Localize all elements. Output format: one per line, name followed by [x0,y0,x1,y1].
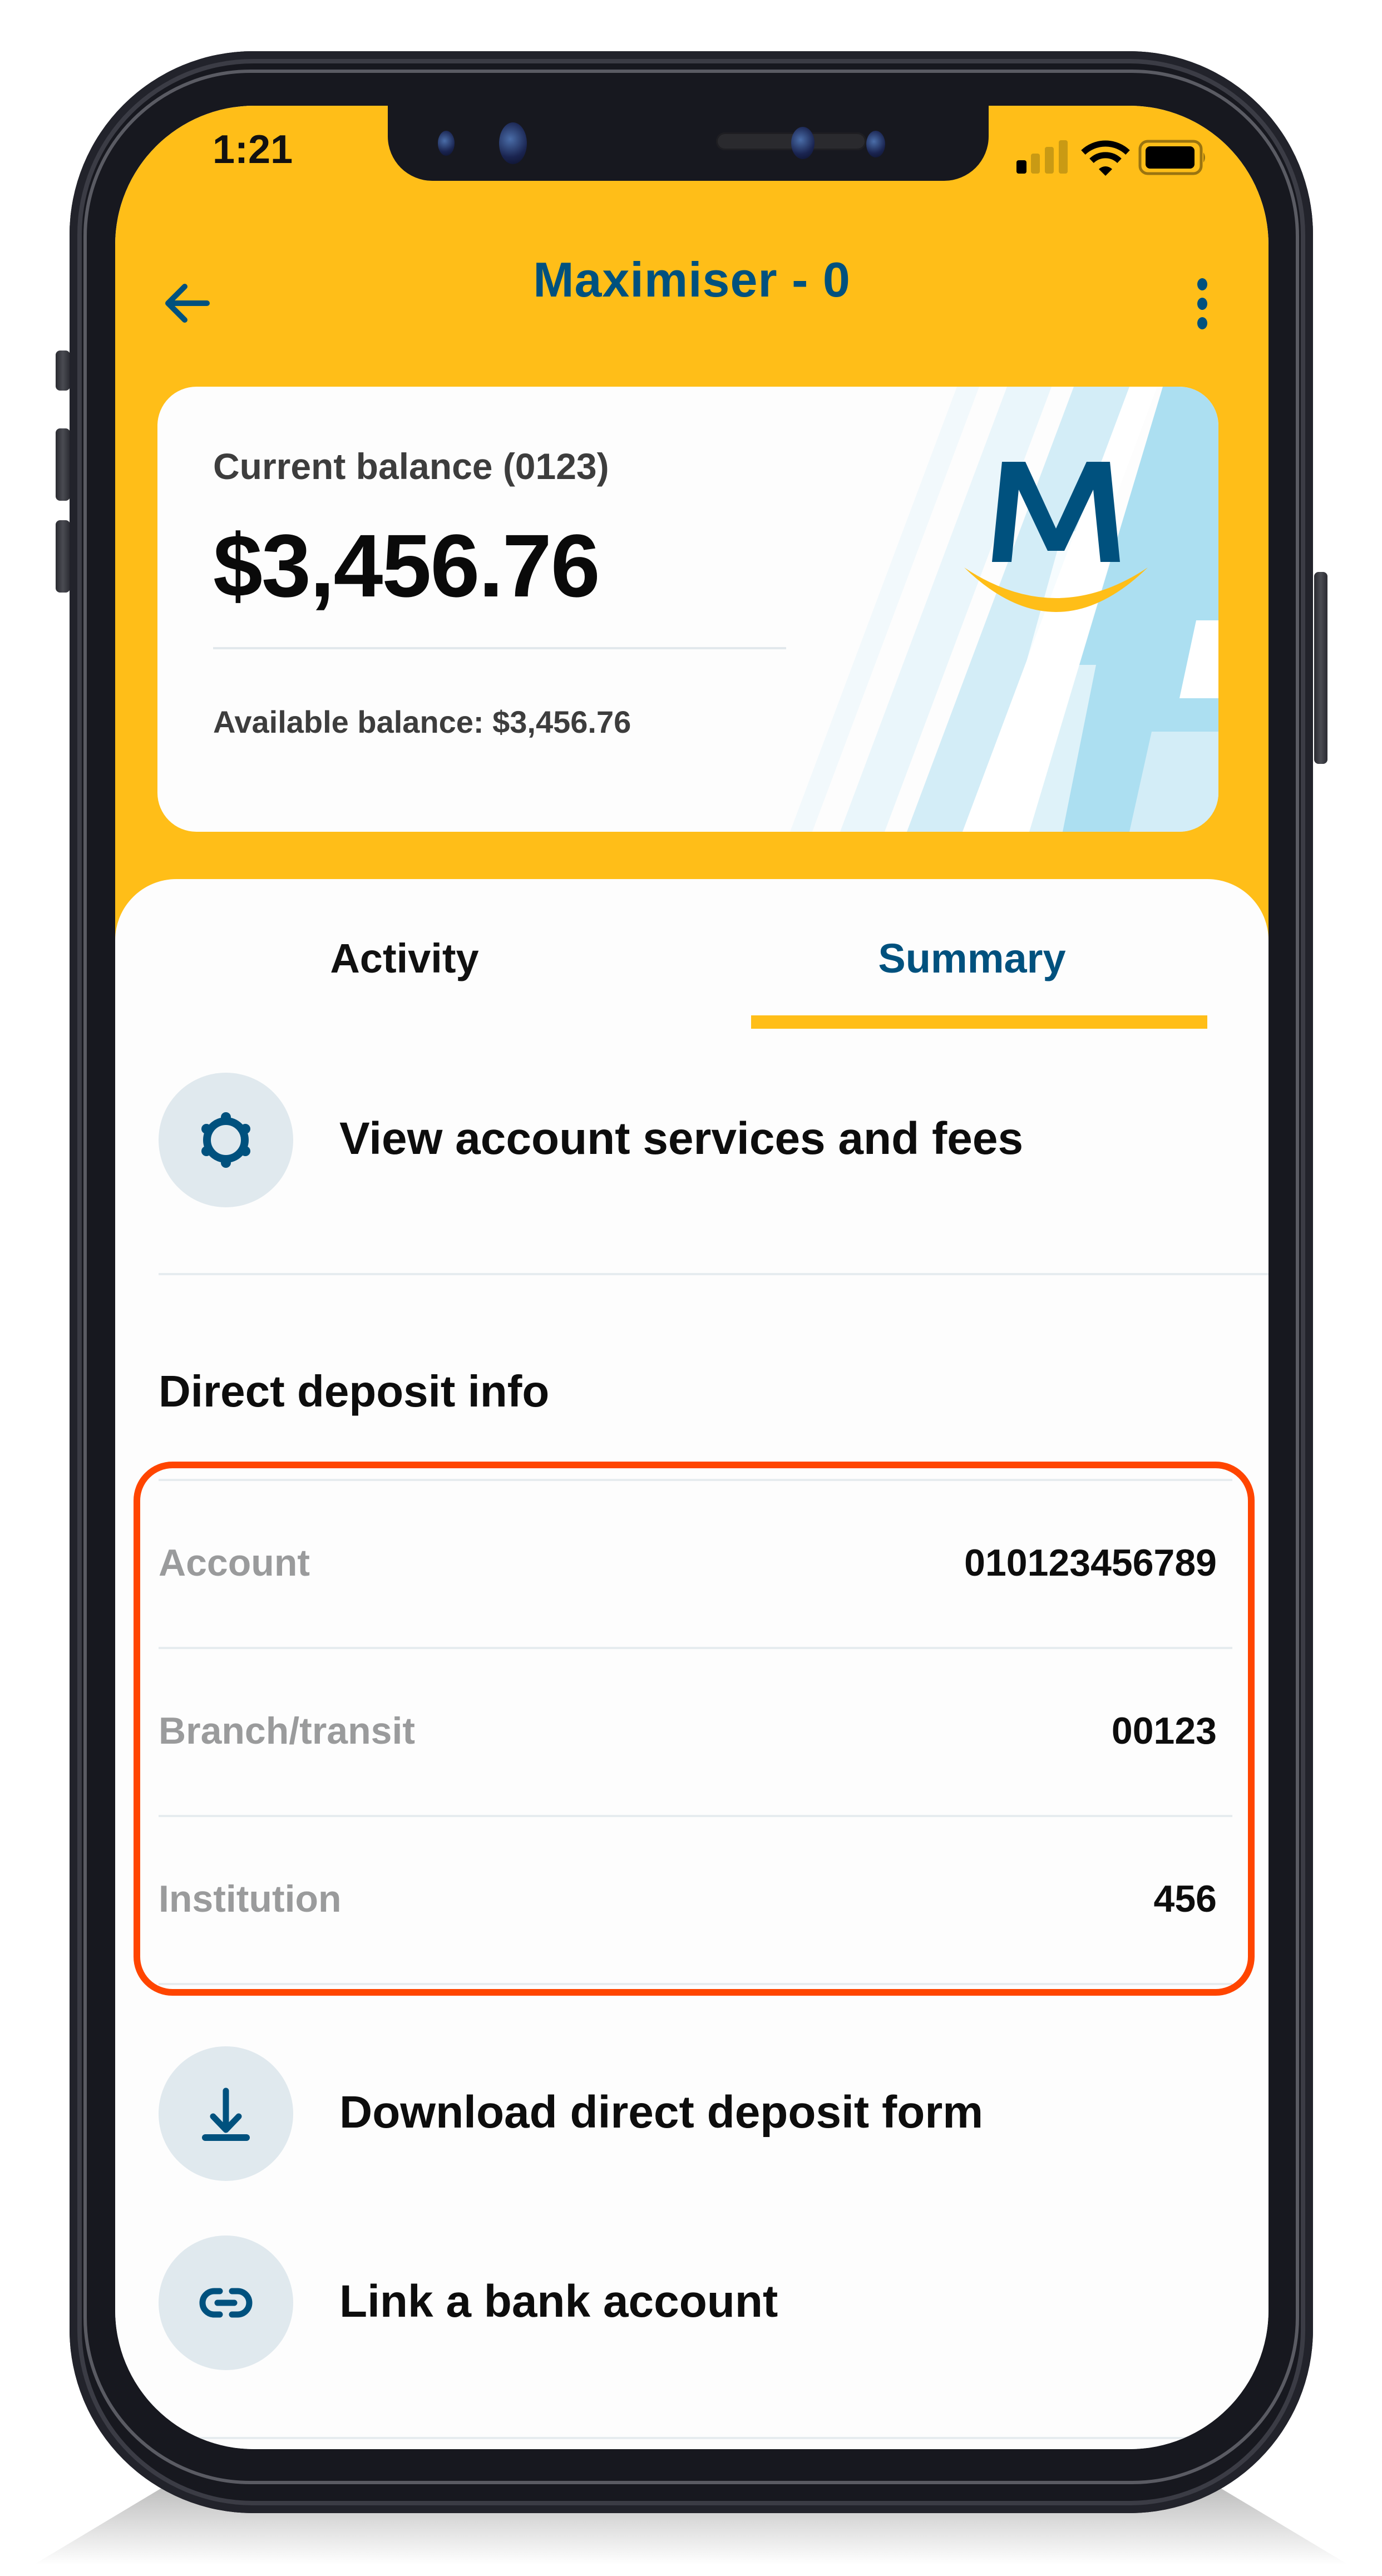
download-icon-circle [159,2046,293,2181]
volume-down-button [56,520,70,593]
section-divider [159,1273,1269,1275]
sensor-icon [791,127,815,159]
signal-icon [1016,140,1068,174]
view-services-label: View account services and fees [339,1113,1024,1164]
bottom-divider [115,2437,1269,2439]
power-button [1314,572,1327,764]
services-icon-circle [159,1073,293,1207]
link-bank-account-button[interactable]: Link a bank account [159,2236,1269,2370]
view-services-link[interactable]: View account services and fees [159,1073,1269,1207]
available-balance: Available balance: $3,456.76 [213,704,631,739]
card-divider [213,647,786,649]
more-options-button[interactable] [1186,273,1220,334]
highlight-annotation-box [134,1462,1255,1996]
more-vertical-icon [1197,278,1207,290]
tab-summary[interactable]: Summary [694,935,1250,982]
download-icon [202,2088,250,2141]
battery-icon [1138,140,1205,175]
current-balance-label: Current balance (0123) [213,446,609,487]
gear-icon [201,1112,250,1168]
link-icon-circle [159,2236,293,2370]
balance-card: Current balance (0123) $3,456.76 Availab… [157,387,1218,832]
silent-switch [56,351,70,391]
more-dot [1197,298,1207,310]
current-balance-amount: $3,456.76 [213,516,600,615]
link-bank-account-label: Link a bank account [339,2276,778,2327]
notch [388,106,989,181]
status-icons [1016,139,1206,178]
more-dot [1197,317,1207,329]
active-tab-indicator [751,1015,1207,1029]
phone-screen: 1:21 Maximiser - 0 Current balance (0123… [115,106,1269,2449]
download-form-button[interactable]: Download direct deposit form [159,2046,1269,2181]
wifi-icon [1081,140,1130,176]
tab-activity[interactable]: Activity [126,935,683,982]
camera-icon [499,122,527,164]
bank-logo [964,462,1148,612]
volume-up-button [56,428,70,501]
status-time: 1:21 [213,127,293,172]
direct-deposit-title: Direct deposit info [159,1366,550,1416]
page-title: Maximiser - 0 [533,252,851,307]
status-svg [1016,140,1205,176]
sensor-icon [866,131,885,157]
download-form-label: Download direct deposit form [339,2087,984,2138]
link-icon [199,2288,253,2318]
sensor-icon [438,131,455,156]
